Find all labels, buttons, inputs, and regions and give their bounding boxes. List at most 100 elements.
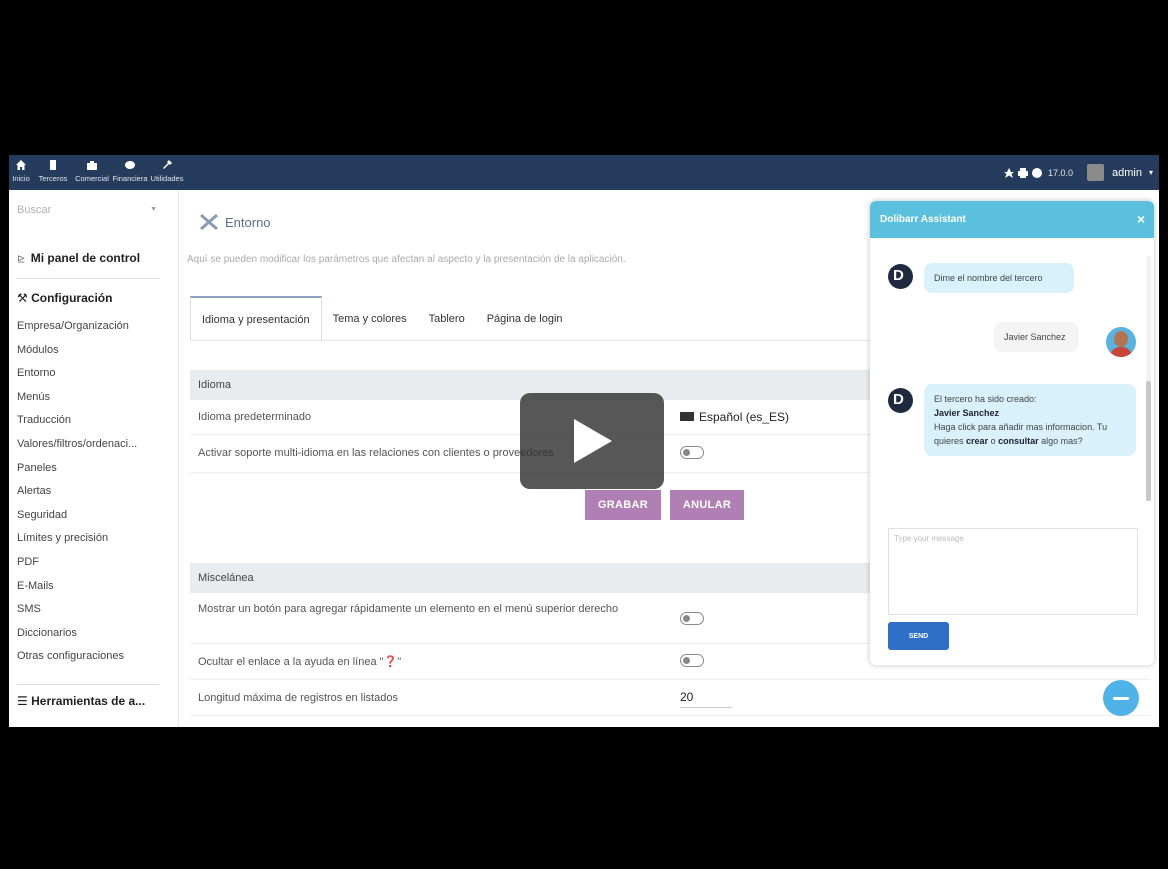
- search-select[interactable]: Buscar ▼: [17, 204, 157, 216]
- briefcase-icon: [87, 161, 97, 170]
- version-label: 17.0.0: [1047, 167, 1074, 178]
- bot-message: El tercero ha sido creado: Javier Sanche…: [924, 384, 1136, 456]
- close-icon[interactable]: ×: [1137, 201, 1145, 238]
- nav-utilidades[interactable]: Utilidades: [149, 155, 185, 190]
- sidebar-item[interactable]: Menús: [17, 386, 165, 410]
- setting-label: Activar soporte multi-idioma en las rela…: [198, 447, 554, 459]
- bookmark-icon[interactable]: [1003, 167, 1014, 178]
- play-icon: [574, 419, 612, 463]
- top-navbar: Inicio Terceros Comercial Financiera Uti…: [9, 155, 1159, 190]
- config-title-label: Configuración: [31, 291, 113, 305]
- toggle-off-icon: [680, 654, 704, 667]
- max-records-input[interactable]: 20: [680, 690, 732, 708]
- message-text: o: [990, 436, 996, 446]
- tab-login[interactable]: Página de login: [476, 296, 574, 341]
- sidebar-item[interactable]: Entorno: [17, 362, 165, 386]
- sidebar-item[interactable]: Límites y precisión: [17, 527, 165, 551]
- sidebar-item[interactable]: SMS: [17, 598, 165, 622]
- nav-financiera[interactable]: Financiera: [111, 155, 149, 190]
- bot-message: Dime el nombre del tercero: [924, 263, 1074, 293]
- chevron-down-icon[interactable]: ▾: [1149, 168, 1153, 177]
- nav-label: Utilidades: [150, 174, 184, 183]
- sidebar-item[interactable]: Otras configuraciones: [17, 645, 165, 669]
- created-name: Javier Sanchez: [934, 408, 1000, 418]
- admin-tools-label: Herramientas de a...: [31, 694, 146, 708]
- dashboard-link[interactable]: ⊵ Mi panel de control: [17, 251, 140, 265]
- config-menu: Empresa/Organización Módulos Entorno Men…: [17, 315, 165, 669]
- toggle-off-icon: [680, 446, 704, 459]
- quick-add-toggle[interactable]: [680, 612, 704, 628]
- page-title-text: Entorno: [225, 214, 271, 230]
- language-select[interactable]: Español (es_ES): [680, 410, 789, 424]
- search-placeholder: Buscar: [17, 204, 52, 216]
- sidebar-item[interactable]: PDF: [17, 551, 165, 575]
- sidebar-item[interactable]: Paneles: [17, 457, 165, 481]
- wrench-icon: [163, 160, 172, 169]
- sidebar-item[interactable]: Diccionarios: [17, 622, 165, 646]
- chart-icon: ⊵: [17, 254, 26, 265]
- page-title: Entorno: [199, 213, 271, 231]
- message-text: algo mas?: [1041, 436, 1083, 446]
- toggle-off-icon: [680, 612, 704, 625]
- nav-label: Terceros: [38, 174, 68, 183]
- setting-label: Ocultar el enlace a la ayuda en línea "❓…: [198, 656, 402, 668]
- setting-row: Longitud máxima de registros en listados…: [190, 680, 1150, 716]
- send-button[interactable]: SEND: [888, 622, 949, 650]
- user-name[interactable]: admin: [1112, 167, 1142, 179]
- scrollbar-thumb[interactable]: [1146, 381, 1151, 501]
- admin-tools-title[interactable]: ☰ Herramientas de a...: [17, 694, 145, 708]
- sidebar-item[interactable]: E-Mails: [17, 575, 165, 599]
- save-button[interactable]: GRABAR: [585, 490, 661, 520]
- tools-icon: [200, 213, 218, 231]
- message-text: El tercero ha sido creado:: [934, 394, 1037, 404]
- chat-header: Dolibarr Assistant ×: [870, 201, 1154, 238]
- page-description: Aquí se pueden modificar los parámetros …: [187, 254, 626, 265]
- bot-avatar-icon: [888, 264, 913, 289]
- nav-comercial[interactable]: Comercial: [73, 155, 111, 190]
- building-icon: [50, 160, 56, 170]
- play-button[interactable]: [520, 393, 664, 489]
- setting-label: Longitud máxima de registros en listados: [198, 692, 398, 704]
- tab-tablero[interactable]: Tablero: [418, 296, 476, 341]
- bot-avatar-icon: [888, 388, 913, 413]
- consult-link[interactable]: consultar: [998, 436, 1039, 446]
- nav-terceros[interactable]: Terceros: [33, 155, 73, 190]
- config-section-title[interactable]: ⚒ Configuración: [17, 291, 112, 305]
- print-icon[interactable]: [1017, 167, 1028, 178]
- money-icon: [125, 161, 135, 169]
- divider: [17, 278, 159, 279]
- tab-tema[interactable]: Tema y colores: [322, 296, 418, 341]
- nav-label: Inicio: [12, 174, 30, 183]
- chat-widget: Dolibarr Assistant × Dime el nombre del …: [870, 201, 1154, 665]
- multilang-toggle[interactable]: [680, 446, 704, 462]
- sidebar-item[interactable]: Alertas: [17, 480, 165, 504]
- hide-help-toggle[interactable]: [680, 654, 704, 670]
- tools-icon: ⚒: [17, 291, 28, 305]
- sidebar-item[interactable]: Módulos: [17, 339, 165, 363]
- sidebar-item[interactable]: Seguridad: [17, 504, 165, 528]
- create-link[interactable]: crear: [966, 436, 988, 446]
- nav-label: Comercial: [75, 174, 109, 183]
- chevron-down-icon: ▼: [150, 206, 157, 213]
- user-avatar[interactable]: [1087, 164, 1105, 181]
- sidebar-item[interactable]: Empresa/Organización: [17, 315, 165, 339]
- divider: [17, 684, 159, 685]
- message-input[interactable]: Type your message: [888, 528, 1138, 615]
- dashboard-link-label: Mi panel de control: [30, 251, 141, 265]
- user-avatar: [1106, 327, 1136, 357]
- help-icon[interactable]: [1031, 167, 1042, 178]
- chat-minimize-button[interactable]: [1103, 680, 1139, 716]
- sidebar-item[interactable]: Traducción: [17, 409, 165, 433]
- setting-label: Mostrar un botón para agregar rápidament…: [198, 603, 619, 615]
- cancel-button[interactable]: ANULAR: [670, 490, 744, 520]
- sidebar-item[interactable]: Valores/filtros/ordenaci...: [17, 433, 165, 457]
- flag-icon: [680, 412, 694, 422]
- language-value: Español (es_ES): [699, 410, 790, 424]
- setting-label: Idioma predeterminado: [198, 411, 312, 423]
- chat-title: Dolibarr Assistant: [880, 214, 966, 225]
- chat-scrollbar[interactable]: [1146, 256, 1151, 501]
- nav-inicio[interactable]: Inicio: [9, 155, 33, 190]
- user-message: Javier Sanchez: [994, 322, 1079, 352]
- menu-icon: ☰: [17, 694, 28, 708]
- tab-idioma[interactable]: Idioma y presentación: [190, 296, 322, 341]
